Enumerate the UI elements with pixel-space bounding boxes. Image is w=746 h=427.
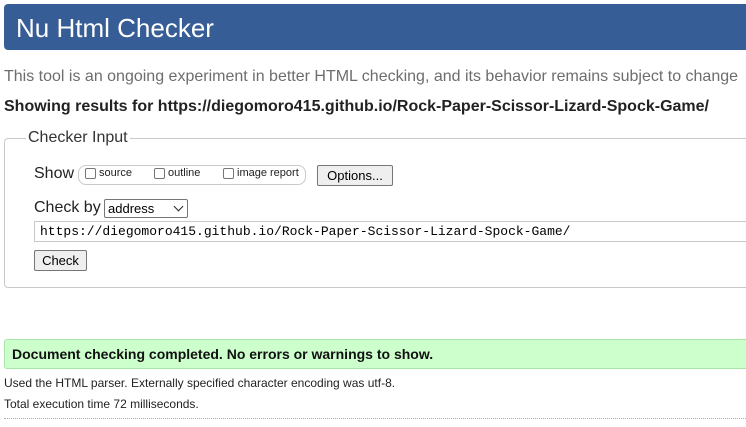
checker-input-legend: Checker Input	[26, 129, 130, 147]
page-title: Nu Html Checker	[16, 13, 214, 43]
check-by-select[interactable]: address	[104, 199, 188, 218]
check-by-selected-value: address	[108, 201, 155, 216]
divider	[4, 418, 746, 419]
show-source-label: source	[99, 167, 133, 179]
show-image-report-label: image report	[237, 167, 299, 179]
options-button[interactable]: Options...	[317, 165, 393, 186]
url-input[interactable]: https://diegomoro415.github.io/Rock-Pape…	[34, 221, 746, 242]
check-button[interactable]: Check	[34, 250, 87, 271]
checkbox-box[interactable]	[85, 167, 96, 179]
show-label: Show	[34, 165, 75, 182]
results-for-heading: Showing results for https://diegomoro415…	[4, 98, 709, 115]
parser-info: Used the HTML parser. Externally specifi…	[4, 376, 396, 390]
show-outline-checkbox[interactable]: outline	[154, 167, 200, 179]
page-header: Nu Html Checker	[4, 4, 746, 50]
show-outline-label: outline	[168, 167, 201, 179]
execution-time: Total execution time 72 milliseconds.	[4, 397, 199, 411]
tagline: This tool is an ongoing experiment in be…	[4, 68, 739, 85]
success-message: Document checking completed. No errors o…	[12, 346, 434, 362]
checkbox-box[interactable]	[223, 167, 234, 179]
chevron-down-icon	[173, 201, 184, 212]
check-by-label: Check by	[34, 199, 101, 216]
success-message-box: Document checking completed. No errors o…	[4, 339, 746, 369]
show-source-checkbox[interactable]: source	[85, 167, 132, 179]
checkbox-box[interactable]	[154, 167, 165, 179]
show-image-report-checkbox[interactable]: image report	[223, 167, 299, 179]
